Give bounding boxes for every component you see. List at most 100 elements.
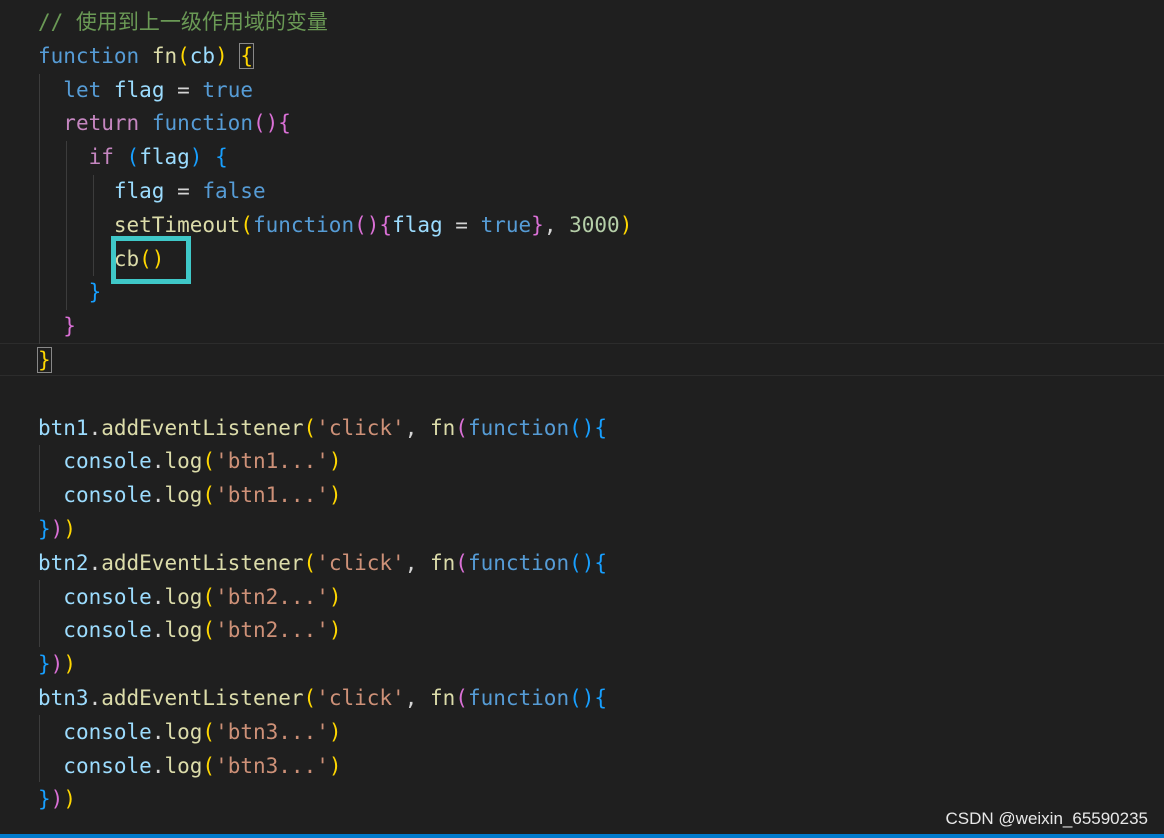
code-line[interactable]: } — [38, 276, 102, 309]
code-token: { — [594, 415, 608, 440]
code-token: { — [594, 550, 608, 575]
code-token: . — [151, 483, 165, 508]
code-token: btn2 — [38, 550, 89, 575]
code-token: } — [38, 517, 51, 541]
code-token: ) — [215, 43, 228, 68]
code-token: ( — [455, 415, 468, 440]
code-token: console — [63, 753, 152, 778]
code-line[interactable]: return function(){ — [38, 107, 291, 140]
code-token: . — [88, 686, 102, 710]
cb-call-highlight-box — [111, 236, 191, 284]
code-token: ) — [328, 618, 342, 643]
code-token: . — [151, 719, 165, 744]
code-line[interactable]: function fn(cb) { — [38, 40, 255, 73]
code-token: addEventListener — [101, 415, 304, 440]
code-token: log — [164, 449, 203, 474]
code-token: fn — [151, 43, 178, 68]
code-line[interactable]: })) — [38, 648, 76, 681]
code-token: cb — [189, 43, 216, 68]
code-token: } — [531, 212, 544, 237]
code-token: true — [202, 77, 253, 102]
code-line[interactable]: let flag = true — [38, 74, 253, 107]
code-token: function — [252, 212, 355, 237]
code-token: . — [151, 753, 165, 778]
code-token: flag — [139, 145, 190, 170]
code-token: console — [63, 719, 152, 744]
code-token: console — [63, 483, 152, 508]
code-line[interactable]: console.log('btn2...') — [38, 581, 341, 614]
code-token: . — [151, 449, 165, 474]
code-line[interactable]: console.log('btn2...') — [38, 614, 342, 647]
code-token: ( — [202, 618, 216, 643]
code-line[interactable]: console.log('btn1...') — [38, 445, 341, 478]
code-token: log — [164, 483, 203, 508]
code-line[interactable]: btn2.addEventListener('click', fn(functi… — [38, 547, 607, 580]
code-token: addEventListener — [101, 686, 304, 710]
code-token: ( — [202, 719, 216, 744]
code-token: 'btn3...' — [215, 753, 329, 778]
code-line[interactable]: } — [38, 310, 76, 343]
code-token: log — [164, 618, 203, 643]
code-token: ( — [303, 686, 317, 710]
code-token: 'btn2...' — [215, 584, 329, 609]
code-token: ( — [202, 584, 216, 609]
watermark: CSDN @weixin_65590235 — [945, 809, 1148, 828]
code-token: ) — [189, 145, 203, 170]
code-token: () — [569, 686, 595, 710]
code-token: 'btn2...' — [215, 618, 329, 643]
code-token: log — [164, 719, 203, 744]
code-line[interactable]: })) — [38, 783, 76, 816]
code-token: let — [63, 77, 102, 102]
code-token: ) — [50, 787, 64, 812]
code-token: console — [63, 618, 152, 643]
code-line[interactable]: flag = false — [38, 175, 266, 208]
code-token: { — [215, 145, 228, 170]
code-token: console — [63, 584, 152, 609]
code-token: function — [151, 111, 253, 136]
code-token: ( — [177, 43, 190, 68]
code-token: ( — [455, 686, 468, 710]
code-line[interactable]: console.log('btn3...') — [38, 750, 341, 783]
code-line[interactable]: })) — [38, 513, 76, 546]
code-token: } — [63, 314, 76, 339]
code-line[interactable]: // 使用到上一级作用域的变量 — [38, 6, 328, 39]
code-token: function — [467, 550, 570, 575]
code-token: ( — [240, 212, 253, 237]
code-token: 'btn1...' — [215, 483, 329, 508]
code-line[interactable]: } — [37, 344, 52, 377]
code-editor[interactable]: // 使用到上一级作用域的变量 function fn(cb) { let fla… — [0, 0, 1164, 834]
code-token: btn3 — [38, 686, 89, 710]
code-token: ( — [202, 483, 216, 508]
code-token: , — [404, 686, 430, 710]
code-line[interactable]: if (flag) { — [38, 141, 228, 174]
code-token: flag — [113, 77, 165, 102]
code-token: ) — [63, 652, 76, 677]
code-token: { — [379, 212, 393, 237]
code-token: ( — [303, 415, 317, 440]
code-token: . — [151, 618, 165, 643]
code-token: () — [569, 550, 595, 575]
code-token: . — [88, 415, 102, 440]
code-token: ( — [202, 753, 216, 778]
code-token: flag — [392, 212, 443, 237]
code-token: () — [252, 111, 279, 136]
code-token: function — [467, 415, 570, 440]
code-token: flag — [113, 179, 165, 203]
code-line[interactable]: console.log('btn1...') — [38, 479, 341, 512]
code-line[interactable]: console.log('btn3...') — [38, 716, 341, 749]
code-token: { — [239, 42, 255, 69]
code-token: ( — [303, 550, 317, 575]
code-token: return — [63, 111, 140, 136]
code-line[interactable]: btn3.addEventListener('click', fn(functi… — [38, 682, 607, 715]
code-line[interactable]: btn1.addEventListener('click', fn(functi… — [38, 412, 607, 445]
